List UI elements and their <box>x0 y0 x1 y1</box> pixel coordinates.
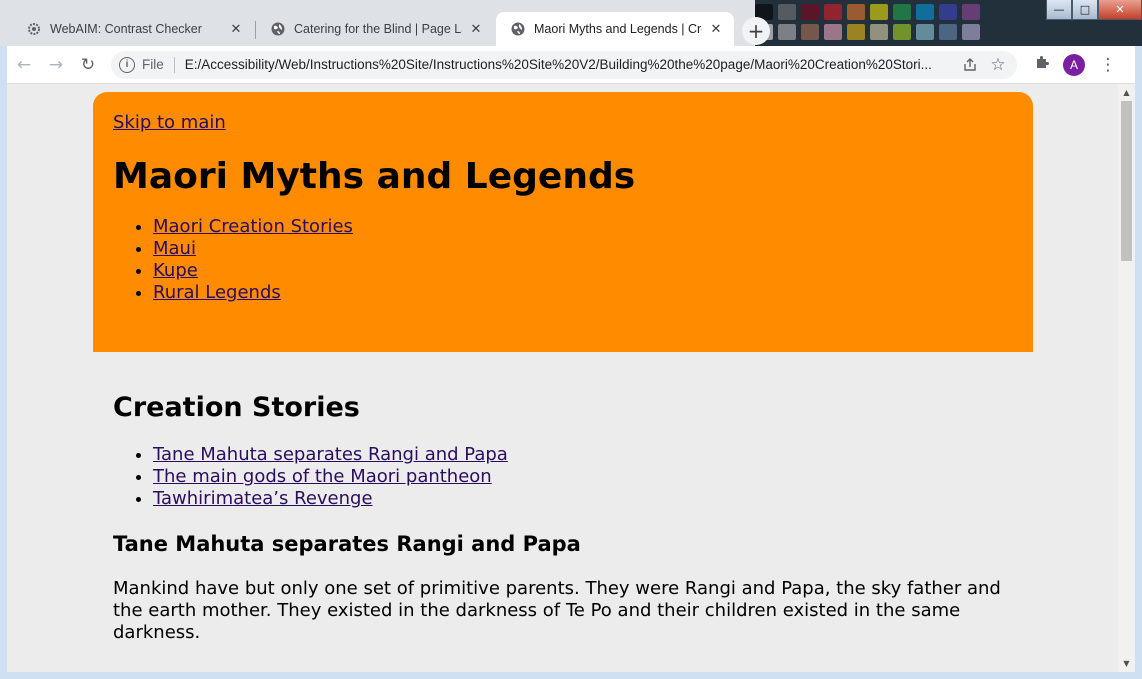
nav-item: Rural Legends <box>153 282 1013 304</box>
tab-maori-myths-and-legends[interactable]: Maori Myths and Legends | Creation ✕ <box>496 12 734 46</box>
nav-item: Kupe <box>153 260 1013 282</box>
close-window-button[interactable]: ✕ <box>1098 0 1142 20</box>
main-content: Creation Stories Tane Mahuta separates R… <box>93 352 1033 644</box>
kebab-menu-icon: ⋮ <box>1099 54 1117 75</box>
window-frame-bottom <box>0 672 1142 679</box>
address-divider <box>173 56 175 73</box>
url-scheme-label: File <box>142 57 164 72</box>
share-icon[interactable] <box>959 54 981 76</box>
browser-menu-button[interactable]: ⋮ <box>1093 50 1123 80</box>
tab-strip: WebAIM: Contrast Checker ✕ Catering for … <box>12 12 772 48</box>
reload-button[interactable]: ↻ <box>73 50 103 80</box>
toc-item: Tane Mahuta separates Rangi and Papa <box>153 444 1013 466</box>
tab-catering-for-the-blind[interactable]: Catering for the Blind | Page Layout ✕ <box>256 12 494 46</box>
nav-link-maui[interactable]: Maui <box>153 238 196 259</box>
site-header: Skip to main Maori Myths and Legends Mao… <box>93 92 1033 352</box>
gear-favicon-icon <box>26 21 42 37</box>
close-icon: ✕ <box>1115 3 1125 16</box>
arrow-right-icon: → <box>48 54 64 75</box>
toc-link-main-gods[interactable]: The main gods of the Maori pantheon <box>153 466 492 487</box>
address-bar-actions: ☆ <box>953 54 1009 76</box>
globe-icon <box>510 21 526 37</box>
extensions-button[interactable] <box>1027 50 1057 80</box>
vertical-scrollbar[interactable]: ▲ ▼ <box>1118 84 1135 672</box>
maximize-icon: □ <box>1079 3 1091 16</box>
nav-item: Maui <box>153 238 1013 260</box>
url-text[interactable]: E:/Accessibility/Web/Instructions%20Site… <box>185 57 945 72</box>
arrow-left-icon: ← <box>16 54 32 75</box>
scroll-down-arrow-icon[interactable]: ▼ <box>1118 655 1135 672</box>
nav-link-maori-creation-stories[interactable]: Maori Creation Stories <box>153 216 353 237</box>
puzzle-icon <box>1034 54 1050 75</box>
toc-link-tane-mahuta[interactable]: Tane Mahuta separates Rangi and Papa <box>153 444 508 465</box>
page-viewport: Skip to main Maori Myths and Legends Mao… <box>7 84 1135 672</box>
skip-to-main-link[interactable]: Skip to main <box>113 112 1013 133</box>
story-heading: Tane Mahuta separates Rangi and Papa <box>113 532 581 557</box>
tab-title: WebAIM: Contrast Checker <box>50 22 202 36</box>
forward-button[interactable]: → <box>41 50 71 80</box>
close-tab-icon[interactable]: ✕ <box>228 22 244 37</box>
toolbar-right: A ⋮ <box>1025 50 1123 80</box>
close-tab-icon[interactable]: ✕ <box>708 22 724 37</box>
toc-link-tawhirimatea[interactable]: Tawhirimatea’s Revenge <box>153 488 373 509</box>
scrollbar-thumb[interactable] <box>1121 101 1132 261</box>
nav-link-kupe[interactable]: Kupe <box>153 260 198 281</box>
story-paragraph: Mankind have but only one set of primiti… <box>113 577 1001 643</box>
nav-link-rural-legends[interactable]: Rural Legends <box>153 282 281 303</box>
toc-item: Tawhirimatea’s Revenge <box>153 488 1013 510</box>
tab-webaim-contrast-checker[interactable]: WebAIM: Contrast Checker ✕ <box>12 12 254 46</box>
new-tab-button[interactable]: + <box>742 17 770 45</box>
toc-item: The main gods of the Maori pantheon <box>153 466 1013 488</box>
reload-icon: ↻ <box>80 54 96 75</box>
browser-window: — □ ✕ WebAIM: Contrast Checker ✕ Caterin… <box>0 0 1142 679</box>
window-frame-left <box>0 46 7 679</box>
globe-icon <box>270 21 286 37</box>
back-button[interactable]: ← <box>9 50 39 80</box>
window-controls: — □ ✕ <box>1046 0 1142 22</box>
scroll-up-arrow-icon[interactable]: ▲ <box>1118 84 1135 101</box>
minimize-button[interactable]: — <box>1046 0 1072 20</box>
bookmark-star-icon[interactable]: ☆ <box>987 54 1009 76</box>
site-title: Maori Myths and Legends <box>113 156 636 197</box>
section-title: Creation Stories <box>113 392 360 423</box>
nav-item: Maori Creation Stories <box>153 216 1013 238</box>
address-bar[interactable]: i File E:/Accessibility/Web/Instructions… <box>111 50 1017 79</box>
info-icon[interactable]: i <box>119 56 135 73</box>
tab-title: Maori Myths and Legends | Creation <box>534 22 702 36</box>
tab-title: Catering for the Blind | Page Layout <box>294 22 462 36</box>
window-frame-right <box>1135 46 1142 679</box>
minimize-icon: — <box>1053 3 1065 16</box>
profile-avatar[interactable]: A <box>1063 53 1085 76</box>
plus-icon: + <box>747 19 765 43</box>
close-tab-icon[interactable]: ✕ <box>468 22 484 37</box>
table-of-contents: Tane Mahuta separates Rangi and Papa The… <box>113 444 1013 510</box>
site-nav: Maori Creation Stories Maui Kupe Rural L… <box>113 216 1013 304</box>
maximize-button[interactable]: □ <box>1072 0 1098 20</box>
browser-toolbar: ← → ↻ i File E:/Accessibility/Web/Instru… <box>7 46 1135 84</box>
